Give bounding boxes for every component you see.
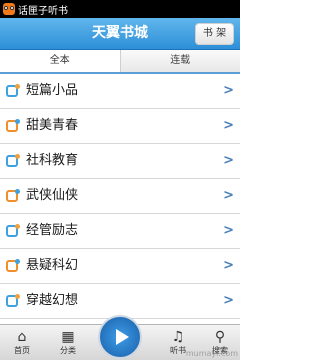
list-item[interactable]: 穿越幻想 >: [0, 284, 240, 319]
chevron-right-icon: >: [223, 153, 234, 168]
tab-serial[interactable]: 连载: [120, 50, 240, 72]
chevron-right-icon: >: [223, 223, 234, 238]
book-icon: [6, 84, 20, 97]
book-icon: [6, 189, 20, 202]
nav-category-label: 分类: [60, 346, 76, 355]
home-icon: ⌂: [17, 329, 27, 345]
nav-home-label: 首页: [14, 346, 30, 355]
book-icon: [6, 259, 20, 272]
book-icon: [6, 224, 20, 237]
category-label: 武侠仙侠: [26, 188, 79, 203]
headphone-icon: ♫: [171, 329, 185, 345]
chevron-right-icon: >: [223, 83, 234, 98]
chevron-right-icon: >: [223, 188, 234, 203]
tab-bar: 全本 连载: [0, 50, 240, 74]
book-icon: [6, 154, 20, 167]
nav-category[interactable]: ▦ 分类: [48, 325, 88, 360]
tab-complete[interactable]: 全本: [0, 50, 121, 72]
book-icon: [6, 294, 20, 307]
play-icon: [116, 329, 129, 345]
list-item[interactable]: 社科教育 >: [0, 144, 240, 179]
category-label: 悬疑科幻: [26, 258, 79, 273]
watermark: mumayi.com: [185, 349, 238, 358]
app-logo-icon: [3, 3, 15, 15]
book-icon: [6, 119, 20, 132]
nav-home[interactable]: ⌂ 首页: [2, 325, 42, 360]
chevron-right-icon: >: [223, 118, 234, 133]
title-bar: 天翼书城 书 架: [0, 18, 240, 50]
chevron-right-icon: >: [223, 293, 234, 308]
list-item[interactable]: 武侠仙侠 >: [0, 179, 240, 214]
category-label: 短篇小品: [26, 83, 79, 98]
list-item[interactable]: 经管励志 >: [0, 214, 240, 249]
category-label: 穿越幻想: [26, 293, 79, 308]
category-label: 经管励志: [26, 223, 79, 238]
list-item[interactable]: 短篇小品 >: [0, 74, 240, 109]
chevron-right-icon: >: [223, 258, 234, 273]
grid-icon: ▦: [61, 329, 75, 345]
bookshelf-button[interactable]: 书 架: [195, 23, 234, 45]
list-item[interactable]: 悬疑科幻 >: [0, 249, 240, 284]
status-bar: 话匣子听书: [0, 0, 240, 18]
list-item[interactable]: 甜美青春 >: [0, 109, 240, 144]
search-icon: ⚲: [214, 329, 226, 345]
category-label: 社科教育: [26, 153, 79, 168]
category-label: 甜美青春: [26, 118, 79, 133]
bottom-nav: ⌂ 首页 ▦ 分类 ♫ 听书 ⚲ 搜索 mumayi.com: [0, 315, 240, 360]
play-button[interactable]: [98, 315, 142, 359]
category-list: 短篇小品 > 甜美青春 > 社科教育 > 武侠仙侠 > 经管励志 > 悬疑科幻 …: [0, 74, 240, 319]
app-name: 话匣子听书: [18, 5, 68, 17]
